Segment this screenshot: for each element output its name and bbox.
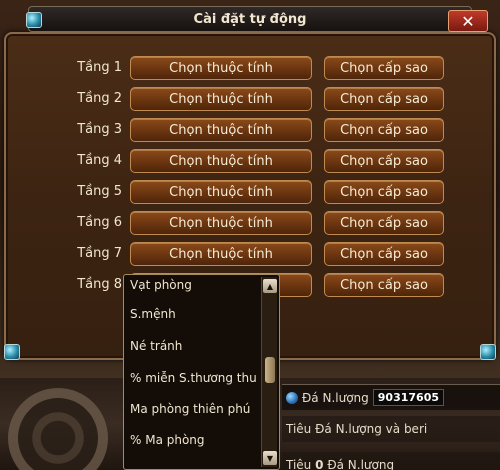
choose-star-button[interactable]: Chọn cấp sao	[324, 273, 444, 297]
corner-gem-icon	[26, 12, 42, 28]
choose-star-button[interactable]: Chọn cấp sao	[324, 180, 444, 204]
spend0-value: 0	[315, 458, 324, 470]
spend-label: Tiêu Đá N.lượng và beri	[286, 422, 428, 436]
choose-attribute-button[interactable]: Chọn thuộc tính	[130, 242, 312, 266]
stone-row: Đá N.lượng 90317605	[282, 384, 500, 410]
floor-label: Tầng 3	[77, 122, 122, 137]
floor-label: Tầng 8	[77, 277, 122, 292]
dialog-titlebar: Cài đặt tự động	[28, 6, 472, 32]
choose-attribute-button[interactable]: Chọn thuộc tính	[130, 211, 312, 235]
floor-label: Tầng 4	[77, 153, 122, 168]
choose-attribute-button[interactable]: Chọn thuộc tính	[130, 87, 312, 111]
floor-label: Tầng 2	[77, 91, 122, 106]
scroll-thumb[interactable]	[265, 357, 275, 383]
dropdown-option[interactable]: % Ma phòng	[130, 433, 260, 447]
floor-row: Tầng 7 Chọn thuộc tính Chọn cấp sao	[6, 242, 500, 268]
choose-attribute-button[interactable]: Chọn thuộc tính	[130, 180, 312, 204]
floor-label: Tầng 5	[77, 184, 122, 199]
stone-label: Đá N.lượng	[302, 390, 369, 405]
scroll-up-icon[interactable]: ▲	[263, 279, 277, 293]
choose-star-button[interactable]: Chọn cấp sao	[324, 56, 444, 80]
floor-row: Tầng 5 Chọn thuộc tính Chọn cấp sao	[6, 180, 500, 206]
dropdown-option[interactable]: % miễn S.thương thu	[130, 371, 260, 385]
dropdown-scrollbar[interactable]: ▲ ▼	[261, 277, 277, 467]
attribute-dropdown-list[interactable]: Vạt phòng S.mệnh Né tránh % miễn S.thươn…	[123, 274, 280, 470]
close-button[interactable]: ✕	[448, 10, 488, 32]
spend-zero-row: Tiêu 0 Đá N.lượng	[282, 452, 500, 470]
floor-label: Tầng 1	[77, 60, 122, 75]
spend0-suffix: Đá N.lượng	[327, 458, 395, 470]
choose-attribute-button[interactable]: Chọn thuộc tính	[130, 118, 312, 142]
corner-gem-icon	[480, 344, 496, 360]
scroll-down-icon[interactable]: ▼	[263, 451, 277, 465]
spend0-prefix: Tiêu	[286, 458, 312, 470]
spend-row: Tiêu Đá N.lượng và beri	[282, 416, 500, 442]
choose-star-button[interactable]: Chọn cấp sao	[324, 118, 444, 142]
choose-attribute-button[interactable]: Chọn thuộc tính	[130, 149, 312, 173]
stone-value: 90317605	[372, 389, 444, 406]
floor-row: Tầng 1 Chọn thuộc tính Chọn cấp sao	[6, 56, 500, 82]
floor-label: Tầng 6	[77, 215, 122, 230]
floor-row: Tầng 6 Chọn thuộc tính Chọn cấp sao	[6, 211, 500, 237]
dropdown-option[interactable]: Ma phòng thiên phú	[130, 402, 260, 416]
choose-star-button[interactable]: Chọn cấp sao	[324, 211, 444, 235]
choose-star-button[interactable]: Chọn cấp sao	[324, 87, 444, 111]
floor-row: Tầng 3 Chọn thuộc tính Chọn cấp sao	[6, 118, 500, 144]
floor-row: Tầng 2 Chọn thuộc tính Chọn cấp sao	[6, 87, 500, 113]
dropdown-option[interactable]: S.mệnh	[130, 307, 260, 321]
floor-row: Tầng 4 Chọn thuộc tính Chọn cấp sao	[6, 149, 500, 175]
dropdown-option[interactable]: Né tránh	[130, 339, 260, 353]
floor-label: Tầng 7	[77, 246, 122, 261]
choose-star-button[interactable]: Chọn cấp sao	[324, 242, 444, 266]
stone-gem-icon	[286, 391, 298, 404]
dialog-title: Cài đặt tự động	[193, 11, 307, 27]
dropdown-option[interactable]: Vạt phòng	[130, 278, 260, 292]
choose-attribute-button[interactable]: Chọn thuộc tính	[130, 56, 312, 80]
corner-gem-icon	[4, 344, 20, 360]
choose-star-button[interactable]: Chọn cấp sao	[324, 149, 444, 173]
